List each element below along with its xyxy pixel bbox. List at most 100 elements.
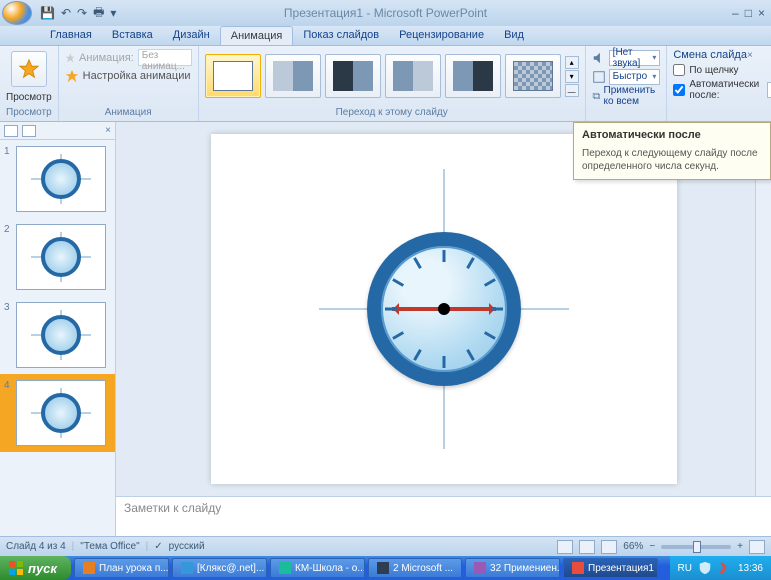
status-theme: "Тема Office"	[80, 541, 139, 552]
auto-after-label: Автоматически после:	[689, 79, 762, 101]
group-label-advance	[673, 107, 771, 120]
ribbon-group-animation: Анимация: Без анимац... Настройка анимац…	[59, 46, 199, 121]
tab-animation[interactable]: Анимация	[220, 26, 294, 45]
custom-anim-icon	[65, 69, 79, 83]
transition-fadeblack[interactable]	[325, 54, 381, 98]
tray-language[interactable]: RU	[678, 563, 692, 574]
workspace: × 1234 Автоматически п	[0, 122, 771, 536]
speed-icon	[592, 70, 606, 84]
slide-thumb-row[interactable]: 2	[0, 218, 115, 296]
system-tray: RU 13:36	[670, 556, 771, 580]
transition-dissolve[interactable]	[505, 54, 561, 98]
zoom-slider[interactable]	[661, 545, 731, 549]
status-bar: Слайд 4 из 4 | "Тема Office" | ✓ русский…	[0, 536, 771, 556]
group-label-options	[592, 107, 661, 120]
taskbar-item[interactable]: План урока п...	[74, 558, 169, 578]
status-language[interactable]: русский	[169, 541, 205, 552]
outline-tab-icon[interactable]	[22, 125, 36, 137]
restore-button[interactable]: □	[745, 6, 752, 20]
slide-number: 2	[4, 224, 12, 290]
advance-title: Смена слайда	[673, 49, 747, 61]
clock-hand-left	[392, 307, 444, 311]
taskbar-item[interactable]: Презентация1	[563, 558, 658, 578]
zoom-level: 66%	[623, 541, 643, 552]
sound-icon	[592, 51, 606, 65]
ribbon-minimize-icon[interactable]: ×	[747, 50, 753, 61]
slideshow-view-button[interactable]	[601, 540, 617, 554]
windows-taskbar: пуск План урока п...[Клякс@.net]...КМ-Шк…	[0, 556, 771, 580]
ribbon-group-transition: ▴ ▾ ⎼ Переход к этому слайду	[199, 46, 586, 121]
undo-icon[interactable]: ↶	[61, 6, 71, 20]
tray-clock[interactable]: 13:36	[738, 563, 763, 574]
gallery-more-icon[interactable]: ⎼	[565, 84, 579, 97]
ribbon-group-preview: Просмотр Просмотр	[0, 46, 59, 121]
editor-area: Автоматически после Переход к следующему…	[116, 122, 771, 536]
minimize-button[interactable]: –	[732, 6, 739, 20]
zoom-in-icon[interactable]: +	[737, 541, 743, 552]
on-click-checkbox[interactable]	[673, 64, 685, 76]
save-icon[interactable]: 💾	[40, 6, 55, 20]
ribbon-group-advance: Смена слайда× По щелчку Автоматически по…	[667, 46, 771, 121]
qat-more-icon[interactable]: ▾	[110, 6, 116, 20]
animation-select[interactable]: Без анимац...	[138, 49, 192, 66]
office-button[interactable]	[2, 1, 32, 25]
taskbar-item[interactable]: 2 Microsoft ...	[368, 558, 462, 578]
spellcheck-icon[interactable]: ✓	[154, 541, 162, 552]
play-star-icon	[18, 58, 40, 80]
ribbon-tabs: Главная Вставка Дизайн Анимация Показ сл…	[0, 26, 771, 46]
slide-thumbnail-panel: × 1234	[0, 122, 116, 536]
tray-shield-icon[interactable]	[698, 561, 712, 575]
print-icon[interactable]: 🖶	[93, 3, 104, 24]
tooltip-title: Автоматически после	[582, 129, 762, 141]
window-title: Презентация1 - Microsoft PowerPoint	[284, 6, 487, 20]
fit-view-button[interactable]	[749, 540, 765, 554]
tab-slideshow[interactable]: Показ слайдов	[293, 26, 389, 45]
gallery-up-icon[interactable]: ▴	[565, 56, 579, 69]
sorter-view-button[interactable]	[579, 540, 595, 554]
slide-thumb-row[interactable]: 1	[0, 140, 115, 218]
slide-thumbnail[interactable]	[16, 380, 106, 446]
preview-button[interactable]	[11, 51, 47, 87]
taskbar-item[interactable]: [Клякс@.net]...	[172, 558, 267, 578]
transition-cut[interactable]	[385, 54, 441, 98]
gallery-down-icon[interactable]: ▾	[565, 70, 579, 83]
slide-thumb-row[interactable]: 3	[0, 296, 115, 374]
custom-animation-button[interactable]: Настройка анимации	[83, 70, 191, 82]
slide-thumbnail[interactable]	[16, 146, 106, 212]
speed-select[interactable]: Быстро	[609, 69, 661, 85]
transition-none[interactable]	[205, 54, 261, 98]
transition-cutblack[interactable]	[445, 54, 501, 98]
taskbar-item[interactable]: 32 Примениен...	[465, 558, 560, 578]
tab-insert[interactable]: Вставка	[102, 26, 163, 45]
redo-icon[interactable]: ↷	[77, 6, 87, 20]
taskbar-item[interactable]: КМ-Школа - о...	[270, 558, 365, 578]
start-button[interactable]: пуск	[0, 556, 71, 580]
slide-thumb-row[interactable]: 4	[0, 374, 115, 452]
slides-tab-icon[interactable]	[4, 125, 18, 137]
tab-home[interactable]: Главная	[40, 26, 102, 45]
transition-fade[interactable]	[265, 54, 321, 98]
close-button[interactable]: ×	[758, 6, 765, 20]
tooltip-body: Переход к следующему слайду после опреде…	[582, 147, 762, 173]
panel-close-icon[interactable]: ×	[105, 125, 111, 136]
notes-pane[interactable]: Заметки к слайду	[116, 496, 771, 536]
tray-kaspersky-icon[interactable]	[718, 561, 732, 575]
slide-thumbnail[interactable]	[16, 302, 106, 368]
zoom-out-icon[interactable]: −	[649, 541, 655, 552]
tab-design[interactable]: Дизайн	[163, 26, 220, 45]
slide-canvas[interactable]	[211, 134, 677, 484]
sound-select[interactable]: [Нет звука]	[609, 50, 661, 66]
auto-after-checkbox[interactable]	[673, 84, 685, 96]
apply-all-button[interactable]: Применить ко всем	[604, 85, 661, 107]
tab-view[interactable]: Вид	[494, 26, 534, 45]
panel-tabs: ×	[0, 122, 115, 140]
auto-time-input[interactable]	[767, 82, 771, 98]
clock-shape[interactable]	[367, 232, 521, 386]
tab-review[interactable]: Рецензирование	[389, 26, 494, 45]
on-click-label: По щелчку	[689, 65, 738, 76]
slide-thumbnail[interactable]	[16, 224, 106, 290]
title-bar: 💾 ↶ ↷ 🖶 ▾ Презентация1 - Microsoft Power…	[0, 0, 771, 26]
normal-view-button[interactable]	[557, 540, 573, 554]
windows-logo-icon	[8, 560, 24, 576]
ribbon: Просмотр Просмотр Анимация: Без анимац..…	[0, 46, 771, 122]
